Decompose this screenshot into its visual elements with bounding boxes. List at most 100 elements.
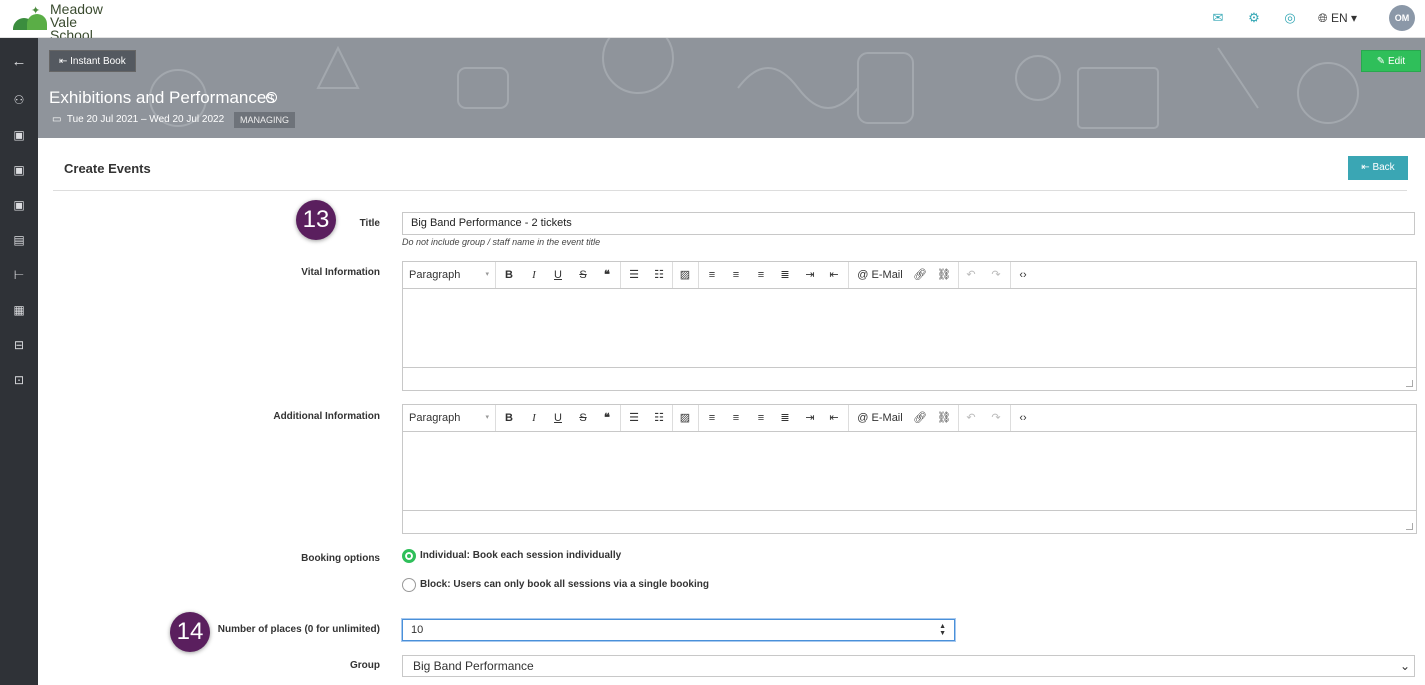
section-title: Create Events xyxy=(64,161,151,176)
vital-info-editor[interactable]: Paragraph ▾ B I U S ❝ ☰ ☷ ▨ ≡ ≡ ≡ ≣ ⇥ ⇤ @… xyxy=(402,261,1417,391)
align-right-icon[interactable]: ≡ xyxy=(754,262,768,288)
italic-icon[interactable]: I xyxy=(527,262,541,288)
help-icon[interactable]: ◎ xyxy=(1282,10,1298,26)
italic-icon[interactable]: I xyxy=(527,405,541,431)
indent-icon[interactable]: ⇥ xyxy=(803,262,817,288)
editor-statusbar xyxy=(403,510,1416,533)
editor-toolbar: Paragraph ▾ B I U S ❝ ☰ ☷ ▨ ≡ ≡ ≡ ≣ ⇥ ⇤ @… xyxy=(403,262,1416,289)
date-range-text: Tue 20 Jul 2021 – Wed 20 Jul 2022 xyxy=(66,114,225,125)
strikethrough-icon[interactable]: S xyxy=(576,405,590,431)
radio-block-label[interactable]: Block: Users can only book all sessions … xyxy=(420,579,709,590)
additional-info-editor[interactable]: Paragraph ▾ B I U S ❝ ☰ ☷ ▨ ≡ ≡ ≡ ≣ ⇥ ⇤ @… xyxy=(402,404,1417,534)
calendar-plus-icon[interactable]: ▣ xyxy=(9,161,29,179)
language-selector[interactable]: 🌐︎ EN ▾ xyxy=(1318,10,1357,26)
numbered-list-icon[interactable]: ☷ xyxy=(652,262,666,288)
radio-block[interactable] xyxy=(402,578,416,592)
numbered-list-icon[interactable]: ☷ xyxy=(652,405,666,431)
format-select[interactable]: Paragraph ▾ xyxy=(409,262,493,288)
indent-icon[interactable]: ⇥ xyxy=(803,405,817,431)
source-code-icon[interactable]: ‹› xyxy=(1016,405,1030,431)
bullet-list-icon[interactable]: ☰ xyxy=(627,405,641,431)
archive-icon[interactable]: ⊡ xyxy=(9,371,29,389)
image-icon[interactable]: ▨ xyxy=(678,405,692,431)
main-content: Create Events ⇤ Back 13 Title Big Band P… xyxy=(38,138,1425,685)
calendar-x-icon[interactable]: ▣ xyxy=(9,126,29,144)
vital-info-label: Vital Information xyxy=(301,267,380,278)
left-rail: ← ⚇ ▣ ▣ ▣ ▤ ⊢ ▦ ⊟ ⊡ xyxy=(0,38,38,685)
underline-icon[interactable]: U xyxy=(551,405,565,431)
align-center-icon[interactable]: ≡ xyxy=(729,405,743,431)
date-range: ▭ Tue 20 Jul 2021 – Wed 20 Jul 2022 xyxy=(52,114,224,125)
signpost-icon[interactable]: ⊟ xyxy=(9,336,29,354)
bullet-list-icon[interactable]: ☰ xyxy=(627,262,641,288)
calendar-grid-icon[interactable]: ▦ xyxy=(9,301,29,319)
users-icon[interactable]: ⚇ xyxy=(9,91,29,109)
align-right-icon[interactable]: ≡ xyxy=(754,405,768,431)
blockquote-icon[interactable]: ❝ xyxy=(600,262,614,288)
globe-icon: 🌐︎ xyxy=(1318,11,1328,25)
group-select[interactable]: Big Band Performance ⌄ xyxy=(402,655,1415,677)
bold-icon[interactable]: B xyxy=(502,262,516,288)
justify-icon[interactable]: ≣ xyxy=(778,405,792,431)
school-name: Meadow Vale School xyxy=(50,2,123,42)
calendar-check-icon[interactable]: ▣ xyxy=(9,196,29,214)
justify-icon[interactable]: ≣ xyxy=(778,262,792,288)
page-banner: ⇤ Instant Book ✎ Edit Exhibitions and Pe… xyxy=(38,38,1425,138)
group-value: Big Band Performance xyxy=(413,659,534,673)
step-badge-13: 13 xyxy=(296,200,336,240)
school-logo[interactable]: ✦ Meadow Vale School xyxy=(13,2,123,42)
editor-toolbar: Paragraph ▾ B I U S ❝ ☰ ☷ ▨ ≡ ≡ ≡ ≣ ⇥ ⇤ @… xyxy=(403,405,1416,432)
redo-icon[interactable]: ↷ xyxy=(989,262,1003,288)
gear-icon[interactable]: ⚙ xyxy=(1246,10,1262,26)
title-input[interactable]: Big Band Performance - 2 tickets xyxy=(402,212,1415,235)
align-left-icon[interactable]: ≡ xyxy=(705,405,719,431)
editor-statusbar xyxy=(403,367,1416,390)
image-icon[interactable]: ▨ xyxy=(678,262,692,288)
bold-icon[interactable]: B xyxy=(502,405,516,431)
instant-book-button[interactable]: ⇤ Instant Book xyxy=(49,50,136,72)
mail-icon[interactable]: ✉ xyxy=(1210,10,1226,26)
number-stepper[interactable]: ▲ ▼ xyxy=(939,623,946,637)
info-icon[interactable]: i xyxy=(266,92,277,103)
unlink-icon[interactable]: ⛓︎ xyxy=(937,405,951,431)
resize-handle[interactable] xyxy=(1406,523,1413,530)
title-label: Title xyxy=(359,218,380,229)
edit-button[interactable]: ✎ Edit xyxy=(1361,50,1421,72)
align-center-icon[interactable]: ≡ xyxy=(729,262,743,288)
places-input[interactable]: 10 ▲ ▼ xyxy=(402,619,955,641)
resize-handle[interactable] xyxy=(1406,380,1413,387)
top-bar: ✦ Meadow Vale School ✉ ⚙ ◎ 🌐︎ EN ▾ OM xyxy=(0,0,1425,42)
undo-icon[interactable]: ↶ xyxy=(964,405,978,431)
undo-icon[interactable]: ↶ xyxy=(964,262,978,288)
outdent-icon[interactable]: ⇤ xyxy=(827,262,841,288)
title-hint: Do not include group / staff name in the… xyxy=(402,237,601,247)
link-icon[interactable]: 🔗︎ xyxy=(913,262,927,288)
blockquote-icon[interactable]: ❝ xyxy=(600,405,614,431)
table-icon[interactable]: ▤ xyxy=(9,231,29,249)
back-button[interactable]: ⇤ Back xyxy=(1348,156,1408,180)
avatar[interactable]: OM xyxy=(1389,5,1415,31)
group-label: Group xyxy=(350,660,380,671)
source-code-icon[interactable]: ‹› xyxy=(1016,262,1030,288)
align-left-icon[interactable]: ≡ xyxy=(705,262,719,288)
hierarchy-icon[interactable]: ⊢ xyxy=(9,266,29,284)
places-label: Number of places (0 for unlimited) xyxy=(217,624,380,635)
redo-icon[interactable]: ↷ xyxy=(989,405,1003,431)
chevron-down-icon: ⌄ xyxy=(1399,659,1410,673)
underline-icon[interactable]: U xyxy=(551,262,565,288)
language-label: EN ▾ xyxy=(1330,11,1357,25)
divider xyxy=(53,190,1407,191)
email-button[interactable]: @ E-Mail xyxy=(855,262,905,288)
back-arrow-icon[interactable]: ← xyxy=(9,53,29,71)
outdent-icon[interactable]: ⇤ xyxy=(827,405,841,431)
format-select[interactable]: Paragraph ▾ xyxy=(409,405,493,431)
radio-individual-label[interactable]: Individual: Book each session individual… xyxy=(420,550,621,561)
status-badge: MANAGING xyxy=(234,112,296,128)
step-badge-14: 14 xyxy=(170,612,210,652)
email-button[interactable]: @ E-Mail xyxy=(855,405,905,431)
calendar-icon: ▭ xyxy=(52,114,62,125)
unlink-icon[interactable]: ⛓︎ xyxy=(937,262,951,288)
strikethrough-icon[interactable]: S xyxy=(576,262,590,288)
radio-individual[interactable] xyxy=(402,549,416,563)
link-icon[interactable]: 🔗︎ xyxy=(913,405,927,431)
